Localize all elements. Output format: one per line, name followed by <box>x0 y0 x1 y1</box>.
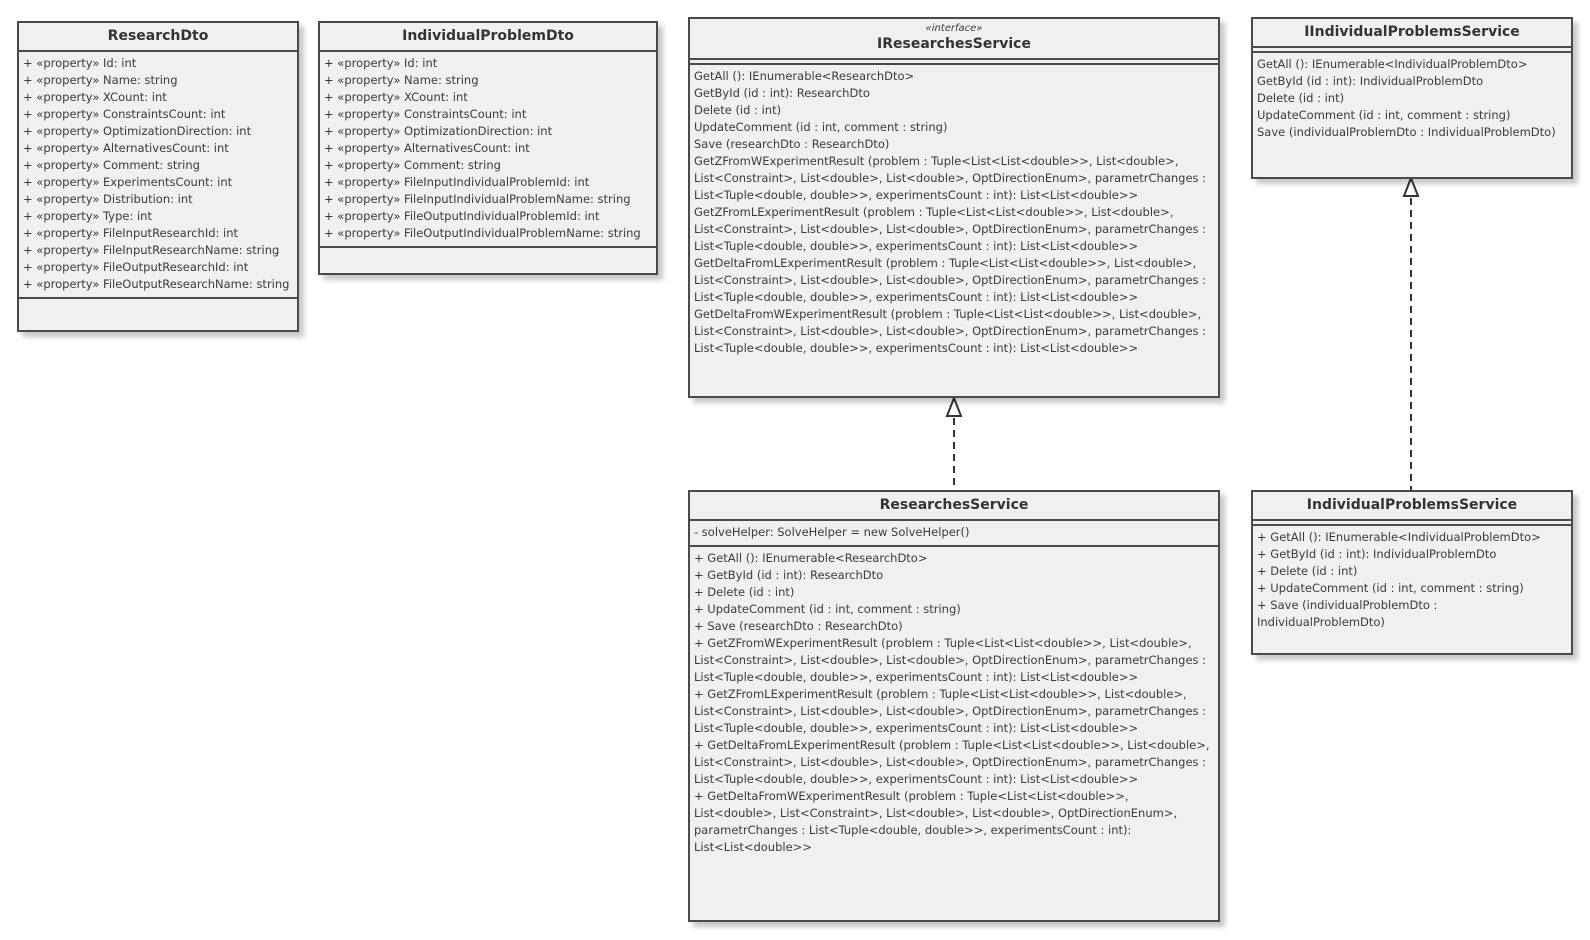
operations-section <box>320 248 656 254</box>
attribute: + «property» Name: string <box>23 73 178 87</box>
operation: + GetZFromWExperimentResult (problem : T… <box>694 636 1207 684</box>
attribute: + «property» FileOutputIndividualProblem… <box>324 226 641 240</box>
operation: GetAll (): IEnumerable<IndividualProblem… <box>1257 57 1528 71</box>
attribute: + «property» OptimizationDirection: int <box>324 124 553 138</box>
operation: + GetAll (): IEnumerable<ResearchDto> <box>694 551 928 565</box>
class-name: IndividualProblemDto <box>402 28 574 44</box>
operation: + GetById (id : int): ResearchDto <box>694 568 884 582</box>
attribute: + «property» Id: int <box>23 56 137 70</box>
attributes-section: - solveHelper: SolveHelper = new SolveHe… <box>690 521 1218 547</box>
class-name: ResearchesService <box>879 497 1029 513</box>
class-header: «interface» IResearchesService <box>690 19 1218 60</box>
attribute: + «property» Comment: string <box>23 158 200 172</box>
operation: + GetZFromLExperimentResult (problem : T… <box>694 687 1207 735</box>
attribute: + «property» FileInputIndividualProblemN… <box>324 192 631 206</box>
operation: GetById (id : int): ResearchDto <box>694 86 870 100</box>
class-research-dto[interactable]: ResearchDto + «property» Id: int + «prop… <box>17 21 299 332</box>
operation: Save (researchDto : ResearchDto) <box>694 137 890 151</box>
operation: Save (individualProblemDto : IndividualP… <box>1257 125 1556 139</box>
class-header: ResearchDto <box>19 23 297 52</box>
attributes-section: + «property» Id: int + «property» Name: … <box>19 52 297 299</box>
operation: + Save (individualProblemDto : Individua… <box>1257 598 1438 629</box>
operations-section: GetAll (): IEnumerable<ResearchDto> GetB… <box>690 65 1218 360</box>
operation: Delete (id : int) <box>694 103 782 117</box>
attribute: + «property» AlternativesCount: int <box>324 141 530 155</box>
operation: GetZFromWExperimentResult (problem : Tup… <box>694 154 1207 202</box>
class-name: IIndividualProblemsService <box>1304 24 1520 40</box>
stereotype-label: «interface» <box>925 23 983 34</box>
attribute: + «property» ConstraintsCount: int <box>23 107 226 121</box>
interface-i-researches-service[interactable]: «interface» IResearchesService GetAll ()… <box>688 17 1220 398</box>
class-individual-problem-dto[interactable]: IndividualProblemDto + «property» Id: in… <box>318 21 658 275</box>
class-researches-service[interactable]: ResearchesService - solveHelper: SolveHe… <box>688 490 1220 922</box>
attribute: + «property» Type: int <box>23 209 152 223</box>
attribute: + «property» FileOutputIndividualProblem… <box>324 209 600 223</box>
operation: GetAll (): IEnumerable<ResearchDto> <box>694 69 915 83</box>
operation: + UpdateComment (id : int, comment : str… <box>694 602 961 616</box>
operation: GetZFromLExperimentResult (problem : Tup… <box>694 205 1207 253</box>
operation: + GetDeltaFromLExperimentResult (problem… <box>694 738 1210 786</box>
operations-section <box>19 299 297 305</box>
attribute: + «property» FileInputIndividualProblemI… <box>324 175 590 189</box>
attribute: + «property» FileOutputResearchName: str… <box>23 277 290 291</box>
interface-i-individual-problems-service[interactable]: IIndividualProblemsService GetAll (): IE… <box>1251 17 1573 179</box>
class-individual-problems-service[interactable]: IndividualProblemsService + GetAll (): I… <box>1251 490 1573 655</box>
class-header: IndividualProblemsService <box>1253 492 1571 521</box>
attribute: + «property» AlternativesCount: int <box>23 141 229 155</box>
class-header: IIndividualProblemsService <box>1253 19 1571 48</box>
operation: + GetAll (): IEnumerable<IndividualProbl… <box>1257 530 1541 544</box>
class-name: IResearchesService <box>877 36 1031 52</box>
operation: + UpdateComment (id : int, comment : str… <box>1257 581 1524 595</box>
operation: UpdateComment (id : int, comment : strin… <box>694 120 948 134</box>
attribute: + «property» ConstraintsCount: int <box>324 107 527 121</box>
operation: GetById (id : int): IndividualProblemDto <box>1257 74 1484 88</box>
attribute: + «property» OptimizationDirection: int <box>23 124 252 138</box>
operation: + GetDeltaFromWExperimentResult (problem… <box>694 789 1178 854</box>
operation: + Save (researchDto : ResearchDto) <box>694 619 903 633</box>
realization-researches-service <box>945 395 963 490</box>
attribute: + «property» Id: int <box>324 56 438 70</box>
operations-section: + GetAll (): IEnumerable<IndividualProbl… <box>1253 526 1571 634</box>
attribute: + «property» FileInputResearchId: int <box>23 226 239 240</box>
operation: + Delete (id : int) <box>1257 564 1358 578</box>
class-header: IndividualProblemDto <box>320 23 656 52</box>
class-header: ResearchesService <box>690 492 1218 521</box>
attribute: - solveHelper: SolveHelper = new SolveHe… <box>694 525 970 539</box>
attribute: + «property» XCount: int <box>23 90 167 104</box>
realization-arrowhead <box>945 395 963 417</box>
operation: UpdateComment (id : int, comment : strin… <box>1257 108 1511 122</box>
attributes-section: + «property» Id: int + «property» Name: … <box>320 52 656 248</box>
operation: GetDeltaFromLExperimentResult (problem :… <box>694 256 1207 304</box>
operation: Delete (id : int) <box>1257 91 1345 105</box>
attribute: + «property» XCount: int <box>324 90 468 104</box>
operation: GetDeltaFromWExperimentResult (problem :… <box>694 307 1207 355</box>
operations-section: + GetAll (): IEnumerable<ResearchDto> + … <box>690 547 1218 859</box>
attribute: + «property» Distribution: int <box>23 192 193 206</box>
attribute: + «property» ExperimentsCount: int <box>23 175 233 189</box>
operation: + GetById (id : int): IndividualProblemD… <box>1257 547 1497 561</box>
attribute: + «property» Comment: string <box>324 158 501 172</box>
class-name: ResearchDto <box>107 28 209 44</box>
realization-arrowhead <box>1402 175 1420 197</box>
attribute: + «property» FileInputResearchName: stri… <box>23 243 280 257</box>
realization-individual-problems-service <box>1402 175 1420 490</box>
operations-section: GetAll (): IEnumerable<IndividualProblem… <box>1253 53 1571 144</box>
attribute: + «property» Name: string <box>324 73 479 87</box>
class-name: IndividualProblemsService <box>1306 497 1518 513</box>
operation: + Delete (id : int) <box>694 585 795 599</box>
attribute: + «property» FileOutputResearchId: int <box>23 260 249 274</box>
